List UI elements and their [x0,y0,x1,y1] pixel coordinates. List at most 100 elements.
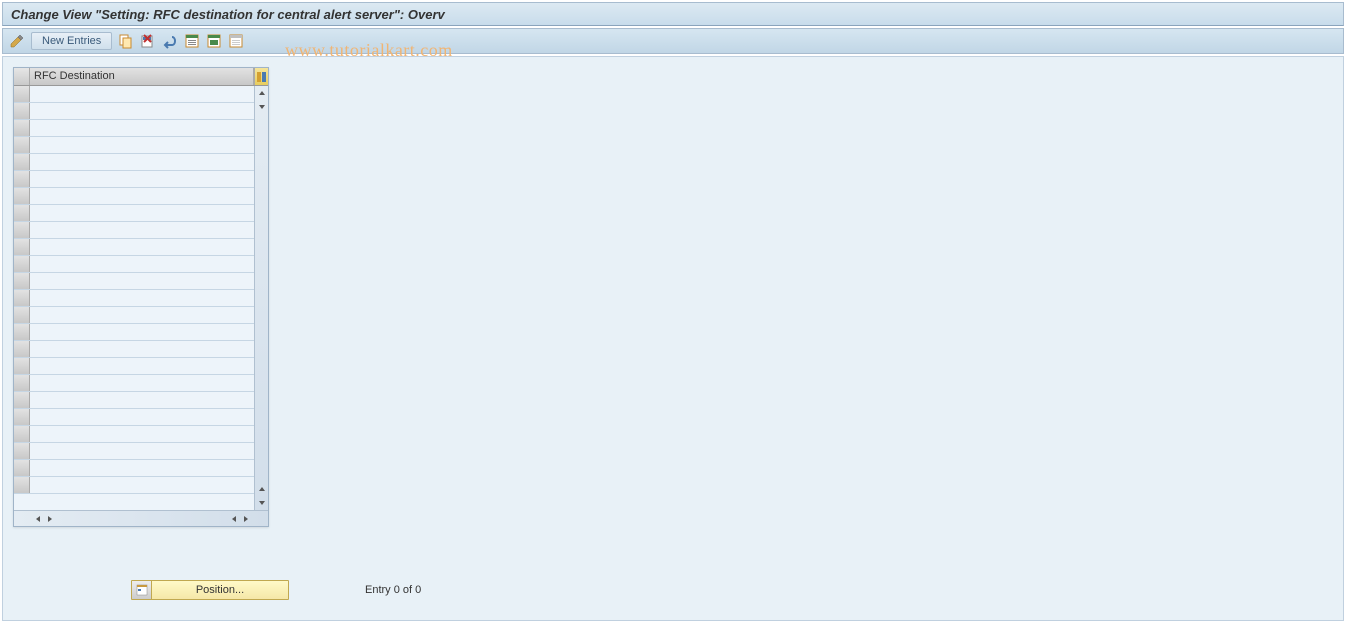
table-row[interactable] [14,171,254,188]
position-button[interactable]: Position... [131,580,289,600]
row-selector[interactable] [14,137,30,153]
row-selector[interactable] [14,392,30,408]
toolbar: New Entries [2,28,1344,54]
rfc-destination-cell[interactable] [30,324,254,340]
rfc-destination-cell[interactable] [30,341,254,357]
table-row[interactable] [14,477,254,494]
rfc-destination-cell[interactable] [30,222,254,238]
deselect-all-icon[interactable] [228,33,244,49]
table-row[interactable] [14,426,254,443]
table-row[interactable] [14,443,254,460]
row-selector[interactable] [14,426,30,442]
scroll-down-icon[interactable] [256,101,268,113]
rfc-destination-cell[interactable] [30,273,254,289]
row-selector[interactable] [14,477,30,493]
table-row[interactable] [14,205,254,222]
rfc-destination-cell[interactable] [30,426,254,442]
copy-as-icon[interactable] [118,33,134,49]
table-row[interactable] [14,324,254,341]
row-selector[interactable] [14,341,30,357]
row-selector[interactable] [14,103,30,119]
table-settings-icon[interactable] [254,68,268,85]
vertical-scrollbar[interactable] [254,86,268,510]
rfc-destination-cell[interactable] [30,137,254,153]
table-row[interactable] [14,290,254,307]
rfc-destination-cell[interactable] [30,188,254,204]
table-row[interactable] [14,120,254,137]
rfc-destination-cell[interactable] [30,443,254,459]
rfc-destination-cell[interactable] [30,239,254,255]
table-row[interactable] [14,273,254,290]
row-selector[interactable] [14,188,30,204]
scroll-left-icon[interactable] [228,513,240,525]
row-selector[interactable] [14,307,30,323]
table-row[interactable] [14,256,254,273]
rfc-destination-cell[interactable] [30,392,254,408]
scroll-left-icon[interactable] [32,513,44,525]
row-selector[interactable] [14,154,30,170]
table-row[interactable] [14,222,254,239]
rfc-destination-cell[interactable] [30,290,254,306]
table-row[interactable] [14,188,254,205]
table-row[interactable] [14,307,254,324]
select-all-icon[interactable] [184,33,200,49]
row-selector[interactable] [14,256,30,272]
scroll-up-icon[interactable] [256,87,268,99]
table-row[interactable] [14,103,254,120]
rfc-destination-cell[interactable] [30,256,254,272]
row-selector[interactable] [14,171,30,187]
rfc-destination-cell[interactable] [30,477,254,493]
table-row[interactable] [14,154,254,171]
undo-icon[interactable] [162,33,178,49]
row-selector[interactable] [14,375,30,391]
rfc-destination-cell[interactable] [30,86,254,102]
rfc-destination-cell[interactable] [30,460,254,476]
delete-icon[interactable] [140,33,156,49]
position-label: Position... [152,584,288,596]
rfc-destination-cell[interactable] [30,154,254,170]
rfc-destination-cell[interactable] [30,307,254,323]
row-selector[interactable] [14,409,30,425]
row-selector[interactable] [14,239,30,255]
rfc-destination-cell[interactable] [30,120,254,136]
scroll-up-icon[interactable] [256,483,268,495]
horizontal-scrollbar[interactable] [14,510,268,526]
table-row[interactable] [14,460,254,477]
row-selector[interactable] [14,324,30,340]
column-header-rfc-destination[interactable]: RFC Destination [30,68,254,85]
table-row[interactable] [14,86,254,103]
table-row[interactable] [14,375,254,392]
position-icon [132,581,152,599]
row-selector[interactable] [14,443,30,459]
new-entries-button[interactable]: New Entries [31,32,112,50]
table-row[interactable] [14,239,254,256]
row-selector[interactable] [14,290,30,306]
scroll-down-icon[interactable] [256,497,268,509]
table-row[interactable] [14,341,254,358]
entry-status: Entry 0 of 0 [365,584,421,596]
row-selector[interactable] [14,120,30,136]
row-selector[interactable] [14,205,30,221]
row-selector[interactable] [14,86,30,102]
table-row[interactable] [14,392,254,409]
scroll-right-icon[interactable] [240,513,252,525]
rfc-destination-cell[interactable] [30,375,254,391]
rfc-destination-cell[interactable] [30,205,254,221]
row-selector-header[interactable] [14,68,30,85]
table-row[interactable] [14,409,254,426]
scroll-right-icon[interactable] [44,513,56,525]
row-selector[interactable] [14,222,30,238]
row-selector[interactable] [14,273,30,289]
row-selector[interactable] [14,460,30,476]
page-title: Change View "Setting: RFC destination fo… [11,7,445,22]
rfc-destination-cell[interactable] [30,409,254,425]
rfc-destination-cell[interactable] [30,358,254,374]
table-row[interactable] [14,137,254,154]
rfc-destination-cell[interactable] [30,171,254,187]
rfc-destination-cell[interactable] [30,103,254,119]
select-block-icon[interactable] [206,33,222,49]
table-row[interactable] [14,358,254,375]
page-title-bar: Change View "Setting: RFC destination fo… [2,2,1344,26]
toggle-edit-icon[interactable] [9,33,25,49]
row-selector[interactable] [14,358,30,374]
